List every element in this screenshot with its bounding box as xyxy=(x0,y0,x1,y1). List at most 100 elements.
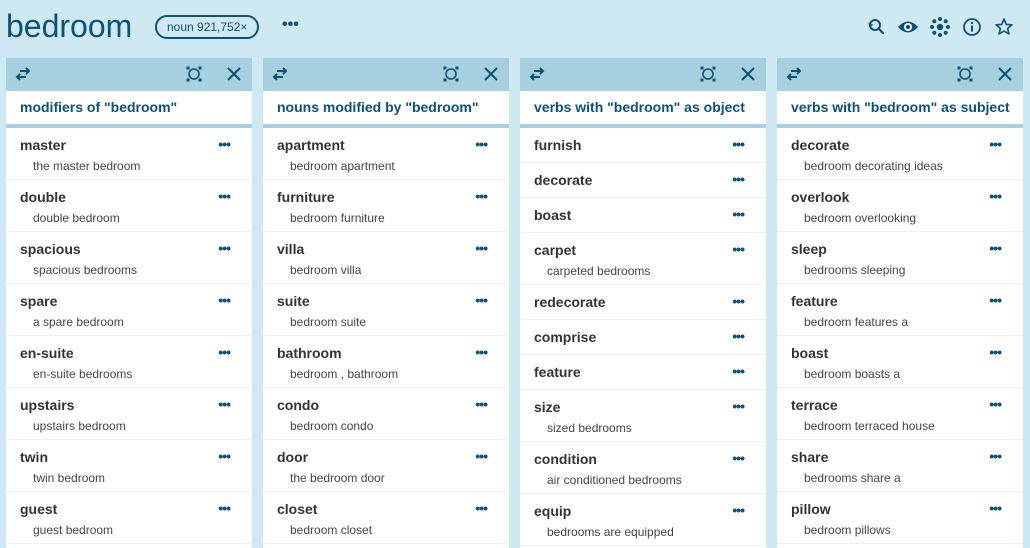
swap-icon[interactable] xyxy=(785,66,803,82)
row-menu-button[interactable]: ••• xyxy=(989,449,1002,463)
collocation-word[interactable]: feature xyxy=(791,293,1009,309)
collocation-row[interactable]: feature bedroom features a ••• xyxy=(777,284,1023,336)
collocation-word[interactable]: size xyxy=(534,399,752,415)
row-menu-button[interactable]: ••• xyxy=(989,189,1002,203)
row-menu-button[interactable]: ••• xyxy=(732,451,745,465)
collocation-word[interactable]: equip xyxy=(534,503,752,519)
row-menu-button[interactable]: ••• xyxy=(732,399,745,413)
collocation-row[interactable]: boast ••• xyxy=(520,198,766,233)
row-menu-button[interactable]: ••• xyxy=(732,137,745,151)
collocation-row[interactable]: villa bedroom villa ••• xyxy=(263,232,509,284)
cluster-icon[interactable] xyxy=(924,14,956,40)
row-menu-button[interactable]: ••• xyxy=(732,207,745,221)
collocation-row[interactable]: suite bedroom suite ••• xyxy=(263,284,509,336)
collocation-row[interactable]: comprise ••• xyxy=(520,320,766,355)
row-menu-button[interactable]: ••• xyxy=(989,241,1002,255)
swap-icon[interactable] xyxy=(14,66,32,82)
info-icon[interactable] xyxy=(956,14,988,40)
row-menu-button[interactable]: ••• xyxy=(989,293,1002,307)
collocation-word[interactable]: en-suite xyxy=(20,345,238,361)
collocation-row[interactable]: condo bedroom condo ••• xyxy=(263,388,509,440)
focus-icon[interactable] xyxy=(443,66,459,82)
row-menu-button[interactable]: ••• xyxy=(732,242,745,256)
collocation-row[interactable]: door the bedroom door ••• xyxy=(263,440,509,492)
star-icon[interactable] xyxy=(988,14,1020,40)
row-menu-button[interactable]: ••• xyxy=(989,345,1002,359)
row-menu-button[interactable]: ••• xyxy=(475,293,488,307)
row-menu-button[interactable]: ••• xyxy=(475,397,488,411)
collocation-row[interactable]: equip bedrooms are equipped ••• xyxy=(520,494,766,546)
collocation-word[interactable]: decorate xyxy=(791,137,1009,153)
collocation-word[interactable]: spacious xyxy=(20,241,238,257)
collocation-row[interactable]: double double bedroom ••• xyxy=(6,180,252,232)
collocation-word[interactable]: comprise xyxy=(534,329,752,345)
row-menu-button[interactable]: ••• xyxy=(218,345,231,359)
row-menu-button[interactable]: ••• xyxy=(218,449,231,463)
collocation-word[interactable]: closet xyxy=(277,501,495,517)
search-history-icon[interactable] xyxy=(860,14,892,40)
collocation-word[interactable]: pillow xyxy=(791,501,1009,517)
collocation-word[interactable]: boast xyxy=(534,207,752,223)
collocation-row[interactable]: carpet carpeted bedrooms ••• xyxy=(520,233,766,285)
collocation-row[interactable]: terrace bedroom terraced house ••• xyxy=(777,388,1023,440)
collocation-row[interactable]: decorate ••• xyxy=(520,163,766,198)
collocation-row[interactable]: decorate bedroom decorating ideas ••• xyxy=(777,128,1023,180)
collocation-word[interactable]: guest xyxy=(20,501,238,517)
collocation-row[interactable]: guest guest bedroom ••• xyxy=(6,492,252,544)
row-menu-button[interactable]: ••• xyxy=(475,449,488,463)
close-icon[interactable] xyxy=(997,66,1013,82)
close-icon[interactable] xyxy=(740,66,756,82)
row-menu-button[interactable]: ••• xyxy=(218,189,231,203)
focus-icon[interactable] xyxy=(957,66,973,82)
collocation-row[interactable]: bathroom bedroom , bathroom ••• xyxy=(263,336,509,388)
collocation-word[interactable]: suite xyxy=(277,293,495,309)
collocation-word[interactable]: redecorate xyxy=(534,294,752,310)
collocation-row[interactable]: boast bedroom boasts a ••• xyxy=(777,336,1023,388)
collocation-row[interactable]: pillow bedroom pillows ••• xyxy=(777,492,1023,544)
collocation-word[interactable]: condition xyxy=(534,451,752,467)
collocation-row[interactable]: size sized bedrooms ••• xyxy=(520,390,766,442)
collocation-row[interactable]: master the master bedroom ••• xyxy=(6,128,252,180)
row-menu-button[interactable]: ••• xyxy=(732,364,745,378)
row-menu-button[interactable]: ••• xyxy=(475,345,488,359)
collocation-word[interactable]: spare xyxy=(20,293,238,309)
row-menu-button[interactable]: ••• xyxy=(732,329,745,343)
collocation-word[interactable]: overlook xyxy=(791,189,1009,205)
more-options-button[interactable]: ••• xyxy=(282,16,299,34)
row-menu-button[interactable]: ••• xyxy=(475,501,488,515)
row-menu-button[interactable]: ••• xyxy=(475,189,488,203)
collocation-row[interactable]: share bedrooms share a ••• xyxy=(777,440,1023,492)
collocation-row[interactable]: furnish ••• xyxy=(520,128,766,163)
collocation-row[interactable]: spacious spacious bedrooms ••• xyxy=(6,232,252,284)
collocation-word[interactable]: share xyxy=(791,449,1009,465)
collocation-row[interactable]: upstairs upstairs bedroom ••• xyxy=(6,388,252,440)
collocation-word[interactable]: furniture xyxy=(277,189,495,205)
close-icon[interactable] xyxy=(483,66,499,82)
collocation-row[interactable]: apartment bedroom apartment ••• xyxy=(263,128,509,180)
collocation-row[interactable]: furniture bedroom furniture ••• xyxy=(263,180,509,232)
collocation-word[interactable]: condo xyxy=(277,397,495,413)
collocation-word[interactable]: decorate xyxy=(534,172,752,188)
row-menu-button[interactable]: ••• xyxy=(218,241,231,255)
collocation-row[interactable]: condition air conditioned bedrooms ••• xyxy=(520,442,766,494)
row-menu-button[interactable]: ••• xyxy=(989,397,1002,411)
collocation-word[interactable]: furnish xyxy=(534,137,752,153)
collocation-word[interactable]: twin xyxy=(20,449,238,465)
collocation-row[interactable]: redecorate ••• xyxy=(520,285,766,320)
collocation-word[interactable]: door xyxy=(277,449,495,465)
row-menu-button[interactable]: ••• xyxy=(989,137,1002,151)
collocation-word[interactable]: master xyxy=(20,137,238,153)
collocation-row[interactable]: sleep bedrooms sleeping ••• xyxy=(777,232,1023,284)
swap-icon[interactable] xyxy=(271,66,289,82)
collocation-word[interactable]: villa xyxy=(277,241,495,257)
collocation-word[interactable]: feature xyxy=(534,364,752,380)
row-menu-button[interactable]: ••• xyxy=(732,294,745,308)
row-menu-button[interactable]: ••• xyxy=(218,293,231,307)
row-menu-button[interactable]: ••• xyxy=(732,503,745,517)
close-icon[interactable] xyxy=(226,66,242,82)
collocation-row[interactable]: closet bedroom closet ••• xyxy=(263,492,509,544)
collocation-word[interactable]: carpet xyxy=(534,242,752,258)
collocation-row[interactable]: overlook bedroom overlooking ••• xyxy=(777,180,1023,232)
row-menu-button[interactable]: ••• xyxy=(218,137,231,151)
row-menu-button[interactable]: ••• xyxy=(218,501,231,515)
